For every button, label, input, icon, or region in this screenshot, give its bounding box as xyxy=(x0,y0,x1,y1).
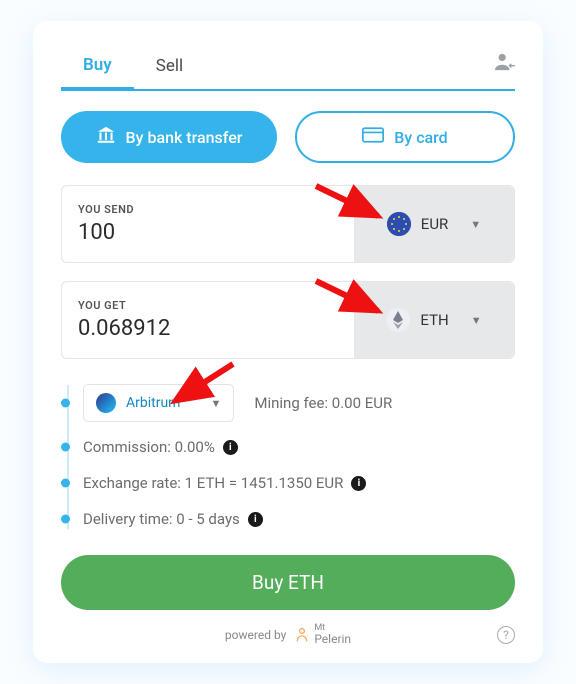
help-icon[interactable]: ? xyxy=(497,626,515,644)
chevron-down-icon: ▼ xyxy=(210,397,221,410)
user-login-icon[interactable] xyxy=(493,52,515,76)
network-select[interactable]: Arbitrum ▼ xyxy=(83,384,234,422)
details-timeline: Arbitrum ▼ Mining fee: 0.00 EUR Commissi… xyxy=(61,377,515,537)
bank-transfer-label: By bank transfer xyxy=(126,128,243,147)
network-row: Arbitrum ▼ Mining fee: 0.00 EUR xyxy=(83,377,515,429)
powered-by-text: powered by xyxy=(225,628,286,642)
eth-icon xyxy=(386,308,410,332)
delivery-time-row: Delivery time: 0 - 5 days i xyxy=(83,501,515,537)
info-icon[interactable]: i xyxy=(248,512,263,527)
you-send-label: YOU SEND xyxy=(78,203,338,216)
you-get-value: 0.068912 xyxy=(78,316,338,341)
send-currency-select[interactable]: EUR ▼ xyxy=(354,186,514,262)
tab-sell[interactable]: Sell xyxy=(134,46,205,88)
payment-method-row: By bank transfer By card xyxy=(61,111,515,163)
exchange-rate-row: Exchange rate: 1 ETH = 1451.1350 EUR i xyxy=(83,465,515,501)
eur-flag-icon xyxy=(387,212,411,236)
info-icon[interactable]: i xyxy=(351,476,366,491)
get-currency-select[interactable]: ETH ▼ xyxy=(354,282,514,358)
footer: powered by Mt Pelerin ? xyxy=(61,624,515,645)
card-label: By card xyxy=(394,128,447,147)
widget-card: Buy Sell By bank transfer xyxy=(33,21,543,663)
chevron-down-icon: ▼ xyxy=(471,314,482,327)
you-send-field: YOU SEND 100 EUR ▼ xyxy=(61,185,515,263)
you-send-value[interactable]: 100 xyxy=(78,220,338,245)
chevron-down-icon: ▼ xyxy=(470,218,481,231)
network-name: Arbitrum xyxy=(126,395,180,411)
mining-fee-text: Mining fee: 0.00 EUR xyxy=(254,394,392,412)
arbitrum-icon xyxy=(96,393,116,413)
bank-transfer-button[interactable]: By bank transfer xyxy=(61,111,277,163)
commission-text: Commission: 0.00% xyxy=(83,438,215,456)
commission-row: Commission: 0.00% i xyxy=(83,429,515,465)
info-icon[interactable]: i xyxy=(223,440,238,455)
tab-buy[interactable]: Buy xyxy=(61,45,134,91)
get-currency-label: ETH xyxy=(420,311,448,329)
you-get-field: YOU GET 0.068912 ETH ▼ xyxy=(61,281,515,359)
delivery-time-text: Delivery time: 0 - 5 days xyxy=(83,510,240,528)
bank-icon xyxy=(96,126,116,148)
buy-button[interactable]: Buy ETH xyxy=(61,555,515,610)
brand-bottom: Pelerin xyxy=(314,633,351,645)
tabs-bar: Buy Sell xyxy=(61,45,515,91)
send-currency-label: EUR xyxy=(421,215,449,233)
exchange-rate-text: Exchange rate: 1 ETH = 1451.1350 EUR xyxy=(83,474,343,492)
card-icon xyxy=(362,127,384,147)
mt-pelerin-brand: Mt Pelerin xyxy=(294,624,351,645)
you-get-label: YOU GET xyxy=(78,299,338,312)
card-button[interactable]: By card xyxy=(295,111,515,163)
pelerin-logo-icon xyxy=(294,627,310,643)
